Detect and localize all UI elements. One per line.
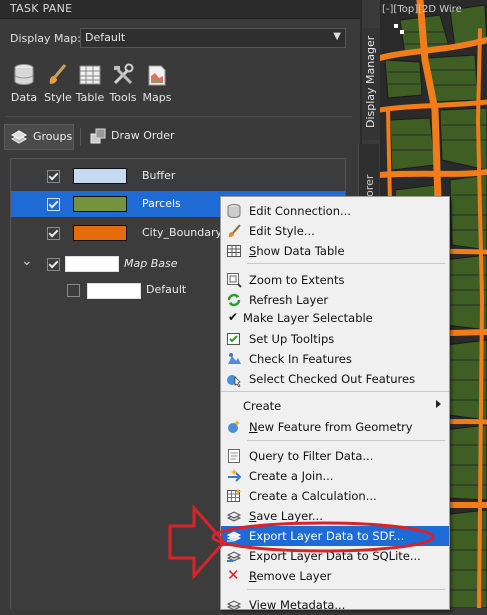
display-map-select[interactable]: Default ▼ [80,28,346,48]
panel-title: TASK PANE [10,2,73,15]
toolbar-table-label: Table [75,91,105,104]
draw-order-icon [90,128,106,144]
menu-item-set-up-tooltips[interactable]: Set Up Tooltips [221,329,449,349]
menu-item-label: View Metadata... [249,598,346,612]
menu-item-view-metadata[interactable]: View Metadata... [221,595,449,615]
annotation-overlay [168,504,435,580]
layer-name: Default [146,283,187,296]
database-icon [14,64,34,86]
chevron-down-icon: ▼ [333,31,341,42]
menu-item-create-a-join[interactable]: Create a Join... [221,466,449,486]
toolbar-data-button[interactable]: Data [6,58,42,110]
group-style-swatch [65,256,119,272]
toolbar-tools-label: Tools [109,91,137,104]
menu-item-label: Query to Filter Data... [249,449,374,463]
groups-tab-label: Groups [33,130,73,143]
layer-checkbox[interactable] [67,284,80,297]
menu-item-label: Show Data Table [249,244,345,258]
menu-item-label: New Feature from Geometry [249,420,413,434]
metadata-icon [226,600,242,611]
annotation-arrow-icon [168,504,227,580]
display-manager-tab[interactable]: Display Manager [362,28,382,140]
menu-item-label: Check In Features [249,352,352,366]
group-name: Map Base [124,257,178,270]
menu-item-make-layer-selectable[interactable]: ✔ Make Layer Selectable [221,308,449,328]
menu-item-label: Edit Style... [249,224,315,238]
toolbar-table-button[interactable]: Table [74,58,106,110]
select-checked-out-icon [227,375,241,387]
toolbar-maps-button[interactable]: Maps [140,58,174,110]
toolbar: Data Style Table Tools Maps [6,58,352,110]
menu-item-label: Create a Join... [249,469,334,483]
layer-checkbox[interactable] [47,170,60,183]
chevron-right-icon [436,400,441,408]
query-icon [228,449,240,463]
menu-item-new-feature-from-geometry[interactable]: New Feature from Geometry [221,417,449,437]
menu-item-label: Select Checked Out Features [249,372,416,386]
viewport-label[interactable]: [-][Top][2D Wire [382,4,462,15]
menu-item-select-checked-out-features[interactable]: Select Checked Out Features [221,369,449,389]
new-feature-icon [228,420,240,433]
display-manager-tab-label: Display Manager [364,35,377,128]
maps-icon [148,65,166,86]
menu-separator [247,440,445,441]
menu-item-zoom-to-extents[interactable]: Zoom to Extents [221,270,449,290]
table-icon [227,245,241,257]
menu-item-check-in-features[interactable]: Check In Features [221,349,449,369]
menu-item-label: Create [243,399,282,413]
refresh-icon [227,293,241,307]
display-map-label: Display Map: [10,32,81,45]
table-icon [79,65,101,85]
panel-title-bar: TASK PANE [0,0,360,19]
layer-name: Buffer [142,169,176,182]
join-icon [228,469,242,482]
layer-name: Parcels [142,197,181,210]
layer-checkbox[interactable] [47,227,60,240]
menu-item-label: Set Up Tooltips [249,332,335,346]
display-map-value: Default [85,31,126,44]
toolbar-divider [6,116,352,117]
layer-style-swatch [73,196,127,212]
checkmark-icon: ✔ [228,310,239,324]
layer-style-swatch [73,225,127,241]
toolbar-style-button[interactable]: Style [42,58,74,110]
draw-order-label: Draw Order [111,129,175,142]
layer-style-swatch [73,168,127,184]
tools-icon [113,63,134,85]
menu-item-label: Zoom to Extents [249,273,345,287]
toolbar-tools-button[interactable]: Tools [106,58,140,110]
check-in-icon [228,353,241,364]
tooltip-icon [227,333,240,345]
menu-item-refresh-layer[interactable]: Refresh Layer [221,290,449,310]
menu-separator [247,589,445,590]
chevron-down-icon[interactable]: ⌄ [21,253,33,269]
group-checkbox[interactable] [47,258,60,271]
menu-item-edit-style[interactable]: Edit Style... [221,221,449,241]
menu-item-edit-connection[interactable]: Edit Connection... [221,201,449,221]
layer-row-buffer[interactable]: Buffer [11,163,345,189]
groups-tab[interactable]: Groups [4,124,74,150]
menu-item-query-to-filter-data[interactable]: Query to Filter Data... [221,446,449,466]
toolbar-data-label: Data [10,91,38,104]
brush-icon [49,64,67,84]
groups-icon [10,130,28,144]
menu-item-show-data-table[interactable]: Show Data Table [221,241,449,261]
layer-checkbox[interactable] [47,198,60,211]
toolbar-style-label: Style [44,91,72,104]
database-icon [227,204,241,219]
draw-order-tab[interactable]: Draw Order [86,124,186,148]
menu-separator [247,263,445,264]
toolbar-maps-label: Maps [142,91,172,104]
layer-style-swatch [87,283,141,299]
menu-item-label: Edit Connection... [249,204,351,218]
tab-divider [80,128,81,146]
menu-item-label: Make Layer Selectable [243,311,373,325]
menu-item-label: Refresh Layer [249,293,329,307]
menu-item-create[interactable]: Create [221,396,449,416]
annotation-ellipse [211,521,435,553]
brush-icon [228,224,241,237]
layer-name: City_Boundary [142,226,223,239]
zoom-extents-icon [227,273,242,288]
menu-separator [221,391,449,392]
